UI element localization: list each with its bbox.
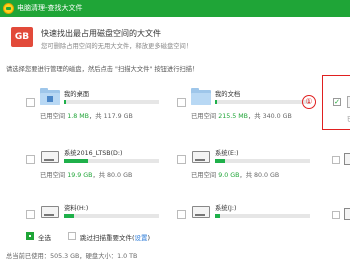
drive-item-partial[interactable]	[332, 150, 350, 168]
usage-bar	[215, 100, 310, 104]
hard-drive-icon	[191, 202, 211, 220]
skip-important-checkbox[interactable]	[68, 232, 76, 240]
select-all-label[interactable]: 全选	[38, 232, 51, 242]
drive-item-desktop[interactable]: 我的桌面 已用空间 1.8 MB，共 117.9 GB	[26, 88, 166, 128]
header-subtitle: 您可删除占用空间的无用大文件，释放更多磁盘空间！	[41, 43, 193, 50]
usage-bar	[215, 159, 310, 163]
drive-checkbox[interactable]	[332, 211, 340, 219]
instruction-text: 请选择您要进行管理的磁盘，然后点击 "扫描大文件" 按钮进行扫描！	[6, 66, 199, 73]
hard-drive-icon	[344, 208, 350, 220]
drive-item-documents[interactable]: 我的文档 已用空间 215.5 MB，共 340.0 GB	[177, 88, 317, 128]
select-all-checkbox[interactable]	[26, 232, 34, 240]
drive-checkbox[interactable]	[332, 156, 340, 164]
usage-text: 已用空间 1.8 MB，共 117.9 GB	[40, 113, 133, 120]
header-title: 快速找出最占用磁盘空间的大文件	[41, 29, 161, 38]
usage-bar	[64, 214, 159, 218]
drive-name: 我的文档	[215, 91, 241, 98]
checked-checkbox[interactable]: ✓	[333, 98, 341, 106]
drive-checkbox[interactable]	[26, 210, 35, 219]
gb-icon: GB	[11, 27, 33, 47]
skip-important-label: 跳过扫描重要文件(设置)	[80, 234, 151, 242]
settings-link[interactable]: 设置	[135, 234, 148, 242]
drive-item-d[interactable]: 系统2016_LTSB(D:) 已用空间 19.9 GB，共 80.0 GB	[26, 147, 166, 187]
documents-folder-icon	[191, 88, 211, 106]
drive-name: 系统2016_LTSB(D:)	[64, 150, 123, 157]
hard-drive-icon	[40, 147, 60, 165]
desktop-folder-icon	[40, 88, 60, 106]
disk-summary: 总当前已使用：505.3 GB，硬盘大小：1.0 TB	[6, 253, 138, 260]
drive-checkbox[interactable]	[26, 155, 35, 164]
drive-checkbox[interactable]	[177, 98, 186, 107]
usage-bar	[64, 159, 159, 163]
usage-text: 已用空间 215.5 MB，共 340.0 GB	[191, 113, 292, 120]
drive-name: 我的桌面	[64, 91, 90, 98]
footer-options: 全选 跳过扫描重要文件(设置)	[26, 231, 346, 242]
usage-text: 已用空间 9.0 GB，共 80.0 GB	[191, 172, 280, 179]
highlight-box: ✓ 已	[322, 75, 350, 130]
app-logo-icon	[3, 3, 14, 14]
usage-bar	[215, 214, 310, 218]
drive-item-e[interactable]: 系统(E:) 已用空间 9.0 GB，共 80.0 GB	[177, 147, 317, 187]
hard-drive-icon	[40, 202, 60, 220]
hard-drive-icon	[191, 147, 211, 165]
drive-name: 系统(E:)	[215, 150, 239, 157]
drive-checkbox[interactable]	[177, 210, 186, 219]
usage-bar	[64, 100, 159, 104]
drive-checkbox[interactable]	[177, 155, 186, 164]
title-bar: 电脑清理-查找大文件	[0, 0, 350, 17]
step-number-annotation: ①	[302, 95, 316, 109]
drive-item-partial[interactable]	[332, 205, 350, 223]
usage-text: 已用空间 19.9 GB，共 80.0 GB	[40, 172, 133, 179]
drive-name: 系统(J:)	[215, 205, 237, 212]
window-title: 电脑清理-查找大文件	[17, 4, 83, 12]
hard-drive-icon	[344, 153, 350, 165]
drive-name: 资料(H:)	[64, 205, 89, 212]
drive-checkbox[interactable]	[26, 98, 35, 107]
